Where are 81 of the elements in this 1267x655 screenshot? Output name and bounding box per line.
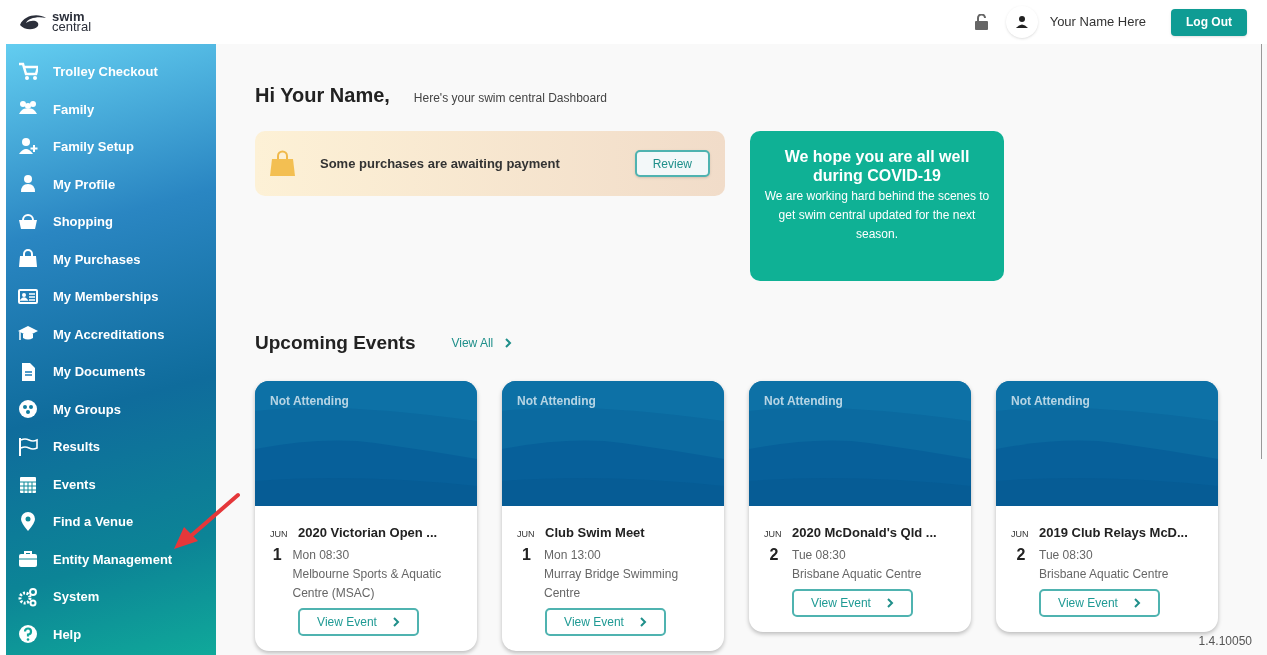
sidebar-item[interactable]: My Documents — [6, 353, 216, 391]
event-month: JUN — [270, 527, 289, 541]
sidebar-item[interactable]: Family Setup — [6, 128, 216, 166]
view-event-button[interactable]: View Event — [792, 589, 913, 617]
review-button[interactable]: Review — [634, 150, 710, 177]
attendance-status: Not Attending — [764, 392, 843, 410]
logo-text: central — [52, 22, 92, 32]
sidebar-item[interactable]: Find a Venue — [6, 503, 216, 541]
logout-button[interactable]: Log Out — [1171, 8, 1247, 36]
user-name[interactable]: Your Name Here — [1049, 12, 1146, 32]
section-title: Upcoming Events — [255, 331, 416, 355]
logo-icon — [18, 13, 48, 31]
event-name: 2020 Victorian Open ... — [298, 523, 438, 542]
user-icon — [18, 174, 38, 195]
event-name: Club Swim Meet — [545, 523, 645, 542]
calendar-icon — [18, 474, 38, 495]
shopping-bag-icon — [269, 150, 296, 177]
bag-icon — [18, 249, 38, 270]
unlocked-padlock-icon[interactable] — [974, 14, 988, 30]
briefcase-icon — [18, 549, 38, 570]
attendance-status: Not Attending — [270, 392, 349, 410]
sidebar-item[interactable]: Trolley Checkout — [6, 53, 216, 91]
event-day: 1 — [270, 545, 285, 603]
event-time: Tue 08:30 — [1039, 547, 1094, 564]
covid-notice-title: We hope you are all well during COVID-19 — [783, 147, 971, 185]
event-venue: Brisbane Aquatic Centre — [1039, 566, 1169, 583]
help-icon — [18, 624, 38, 645]
add-user-icon — [18, 136, 38, 157]
greeting-subtitle: Here's your swim central Dashboard — [413, 90, 607, 107]
annotation-arrow — [174, 493, 240, 549]
attendance-status: Not Attending — [517, 392, 596, 410]
event-month: JUN — [1011, 527, 1030, 541]
event-time: Mon 08:30 — [292, 547, 351, 564]
covid-notice-text: We are working hard behind the scenes to get swim central updated for the next season. — [763, 188, 991, 243]
avatar[interactable] — [1005, 6, 1038, 38]
sidebar-item[interactable]: Shopping — [6, 203, 216, 241]
payment-notice-text: Some purchases are awaiting payment — [320, 154, 561, 173]
cart-icon — [18, 61, 38, 82]
event-day: 2 — [1011, 545, 1031, 584]
event-venue: Brisbane Aquatic Centre — [792, 566, 922, 583]
sidebar-item[interactable]: System — [6, 578, 216, 616]
gears-icon — [18, 586, 38, 607]
chevron-right-icon — [505, 338, 513, 349]
chevron-right-icon — [639, 617, 647, 627]
sidebar-item[interactable]: Events — [6, 465, 216, 503]
id-card-icon — [18, 286, 38, 307]
location-pin-icon — [18, 511, 38, 532]
event-name: 2019 Club Relays McD... — [1039, 523, 1188, 542]
view-event-button[interactable]: View Event — [298, 608, 419, 636]
group-icon — [18, 399, 38, 420]
chevron-right-icon — [392, 617, 400, 627]
event-day: 2 — [764, 545, 784, 584]
event-venue: Melbourne Sports & Aquatic Centre (MSAC) — [292, 566, 443, 602]
attendance-status: Not Attending — [1011, 392, 1090, 410]
event-time: Mon 13:00 — [544, 547, 602, 564]
greeting-title: Hi Your Name, — [255, 83, 390, 108]
event-month: JUN — [764, 527, 783, 541]
sidebar-item[interactable]: Results — [6, 428, 216, 466]
sidebar-item[interactable]: My Profile — [6, 165, 216, 203]
event-day: 1 — [517, 545, 537, 603]
version-number: 1.4.10050 — [1198, 633, 1252, 650]
event-month: JUN — [517, 527, 536, 541]
event-name: 2020 McDonald's Qld ... — [792, 523, 937, 542]
view-event-button[interactable]: View Event — [545, 608, 666, 636]
view-all-link[interactable]: View All — [451, 334, 513, 353]
sidebar-item[interactable]: My Groups — [6, 390, 216, 428]
sidebar-item[interactable]: Entity Management — [6, 540, 216, 578]
event-time: Tue 08:30 — [792, 547, 847, 564]
sidebar-item[interactable]: My Accreditations — [6, 315, 216, 353]
chevron-right-icon — [886, 598, 894, 608]
flag-icon — [18, 436, 38, 457]
sidebar-item[interactable]: Help — [6, 615, 216, 653]
logo-text: swim — [52, 12, 85, 22]
basket-icon — [18, 211, 38, 232]
sidebar-item[interactable]: My Memberships — [6, 278, 216, 316]
view-event-button[interactable]: View Event — [1039, 589, 1160, 617]
sidebar-item[interactable]: My Purchases — [6, 240, 216, 278]
person-icon — [1015, 16, 1028, 28]
chevron-right-icon — [1133, 598, 1141, 608]
event-venue: Murray Bridge Swimming Centre — [544, 566, 680, 602]
sidebar-item[interactable]: Family — [6, 90, 216, 128]
